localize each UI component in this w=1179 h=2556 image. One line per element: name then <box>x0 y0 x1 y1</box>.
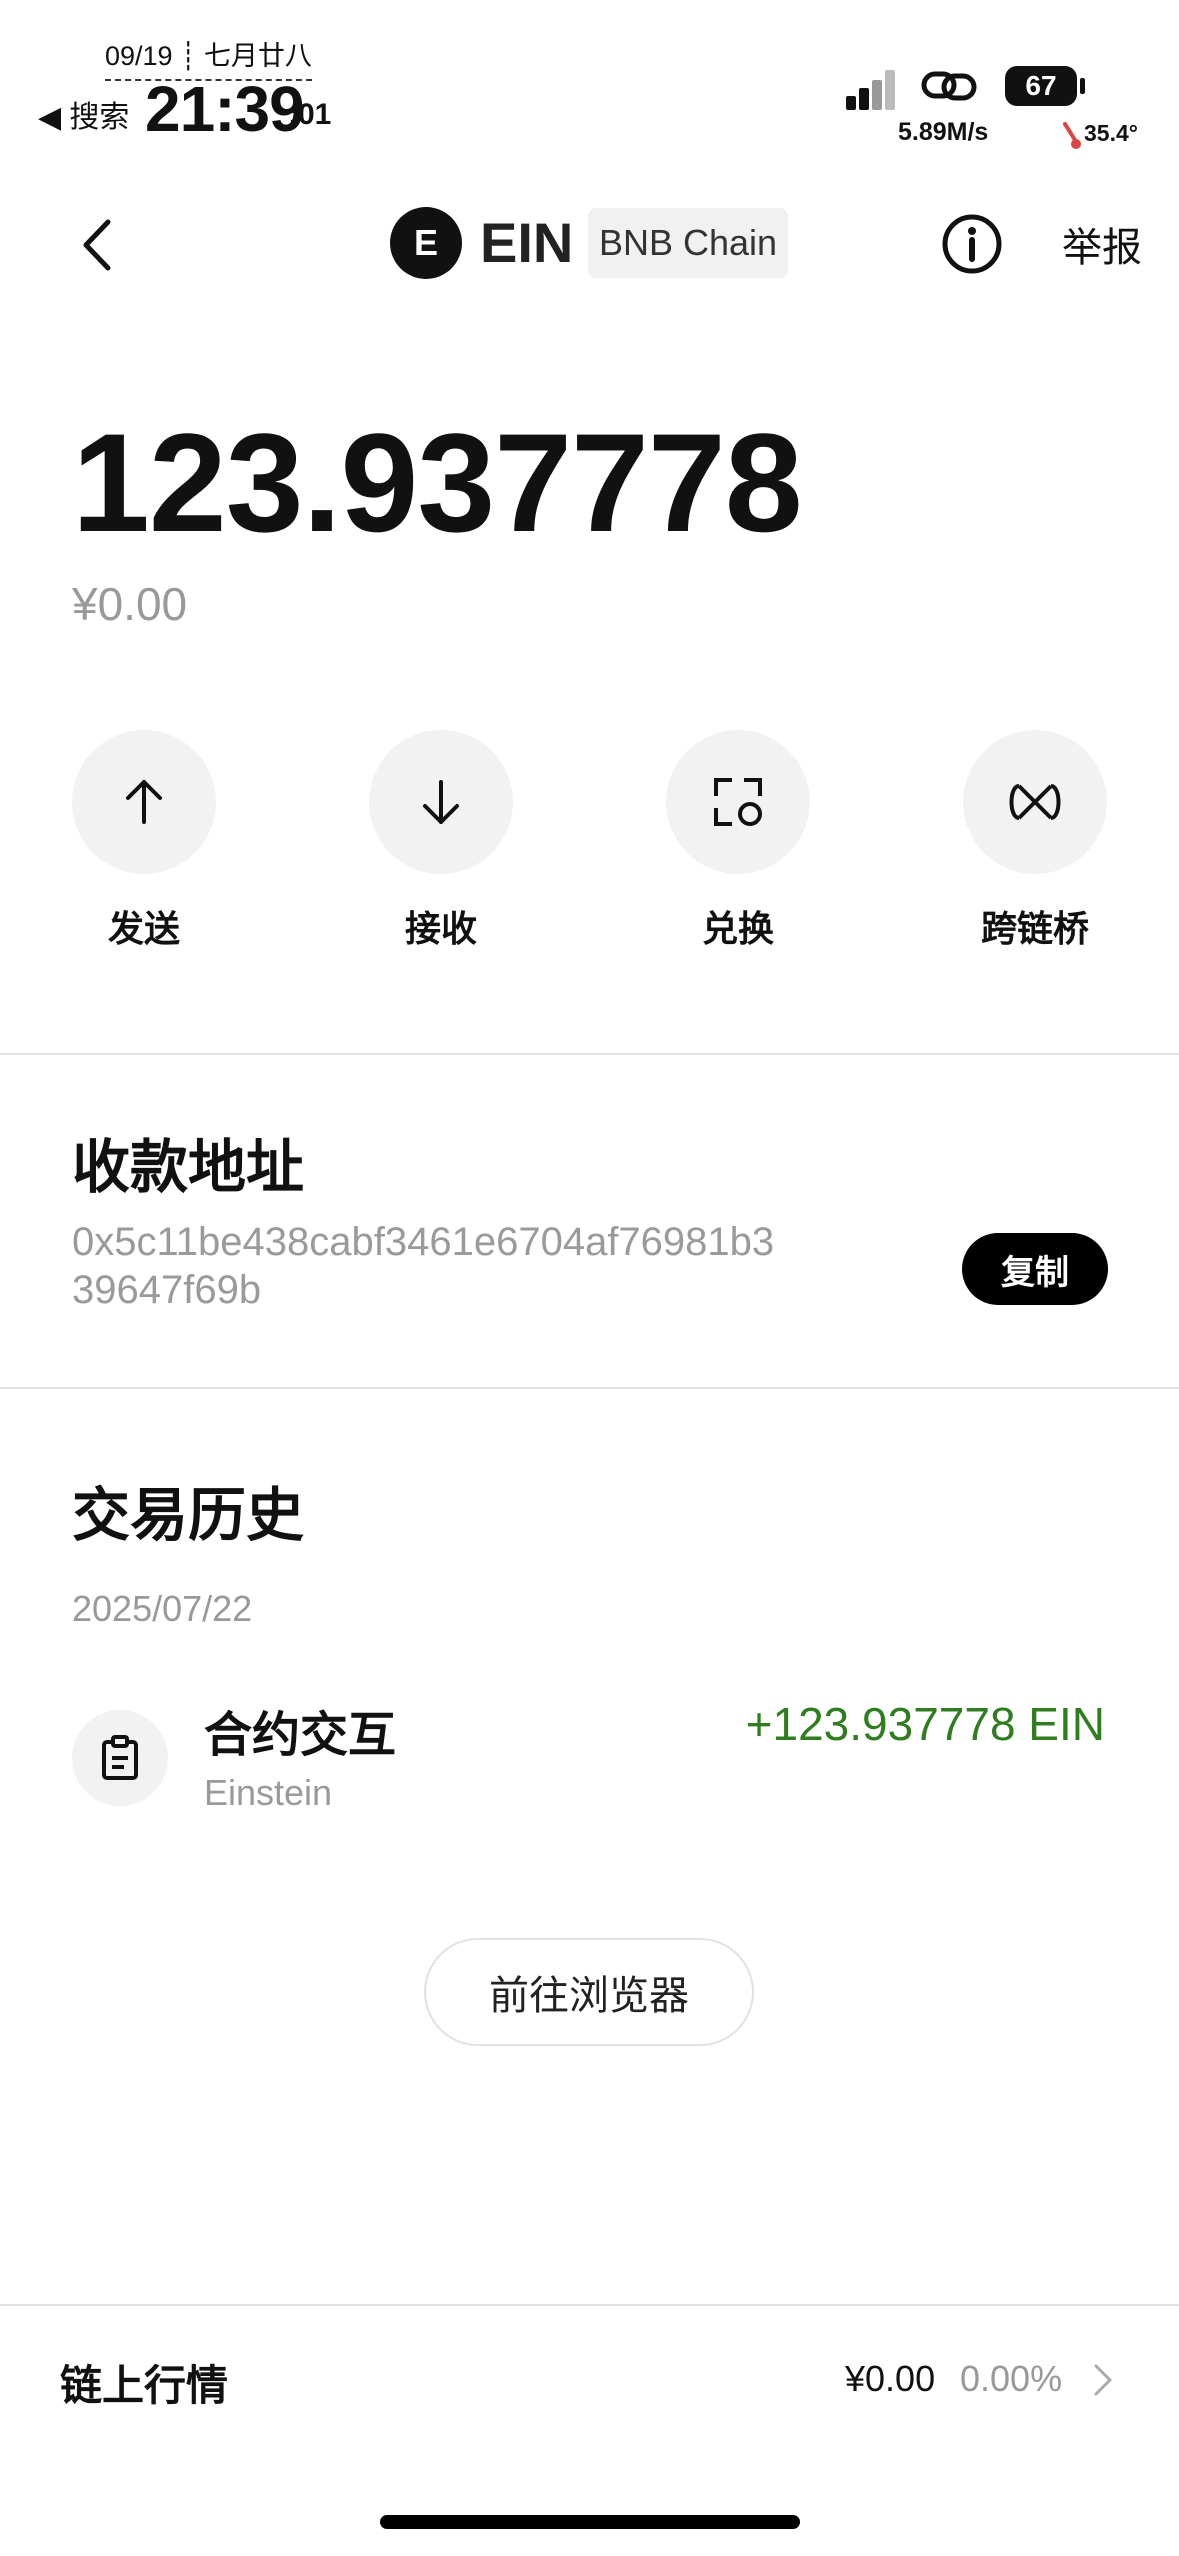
report-button[interactable]: 举报 <box>1062 215 1142 273</box>
wallet-address: 0x5c11be438cabf3461e6704af76981b339647f6… <box>72 1220 775 1312</box>
tx-amount: +123.937778 EIN <box>745 1698 1105 1750</box>
market-price: ¥0.00 <box>845 2358 936 2399</box>
divider <box>0 2304 1179 2306</box>
thermometer-icon <box>1063 122 1081 149</box>
temperature: 35.4° <box>1084 120 1138 146</box>
fiat-value: ¥0.00 <box>72 578 188 630</box>
address-title: 收款地址 <box>72 1135 305 1200</box>
status-seconds: :01 <box>288 98 332 131</box>
arrow-up-icon <box>72 730 216 874</box>
receive-button[interactable]: 接收 <box>369 730 513 952</box>
battery-level: 67 <box>1005 66 1077 106</box>
swap-button[interactable]: 兑换 <box>666 730 810 952</box>
signal-icon <box>846 70 895 110</box>
arrow-down-icon <box>369 730 513 874</box>
history-date: 2025/07/22 <box>72 1588 253 1629</box>
send-label: 发送 <box>107 908 180 949</box>
status-time: 21:39 <box>145 73 305 145</box>
home-indicator <box>380 2515 800 2529</box>
send-button[interactable]: 发送 <box>72 730 216 952</box>
back-button[interactable] <box>70 210 130 280</box>
copy-button[interactable]: 复制 <box>962 1233 1108 1305</box>
token-balance: 123.937778 <box>72 404 803 561</box>
chevron-right-icon[interactable] <box>1092 2362 1114 2398</box>
divider <box>0 1387 1179 1389</box>
history-title: 交易历史 <box>72 1483 305 1548</box>
network-speed: 5.89M/s <box>898 118 989 146</box>
market-change: 0.00% <box>960 2358 1063 2399</box>
open-explorer-button[interactable]: 前往浏览器 <box>424 1938 754 2046</box>
bridge-button[interactable]: 跨链桥 <box>963 730 1107 952</box>
info-icon[interactable] <box>940 212 1004 276</box>
bridge-icon <box>963 730 1107 874</box>
divider <box>0 1053 1179 1055</box>
swap-icon <box>666 730 810 874</box>
receive-label: 接收 <box>404 908 477 949</box>
coin-symbol: EIN <box>480 211 574 274</box>
battery-tip <box>1080 78 1085 94</box>
tx-title[interactable]: 合约交互 <box>204 1695 396 1765</box>
back-to-app-link[interactable]: ◀ 搜索 <box>38 92 129 136</box>
market-label[interactable]: 链上行情 <box>60 2352 228 2413</box>
swap-label: 兑换 <box>701 908 774 949</box>
tx-subtitle: Einstein <box>204 1772 333 1813</box>
coin-logo: E <box>390 207 462 279</box>
link-icon <box>921 71 977 101</box>
chain-badge: BNB Chain <box>588 208 788 278</box>
bridge-label: 跨链桥 <box>980 908 1089 949</box>
contract-icon <box>72 1710 168 1806</box>
